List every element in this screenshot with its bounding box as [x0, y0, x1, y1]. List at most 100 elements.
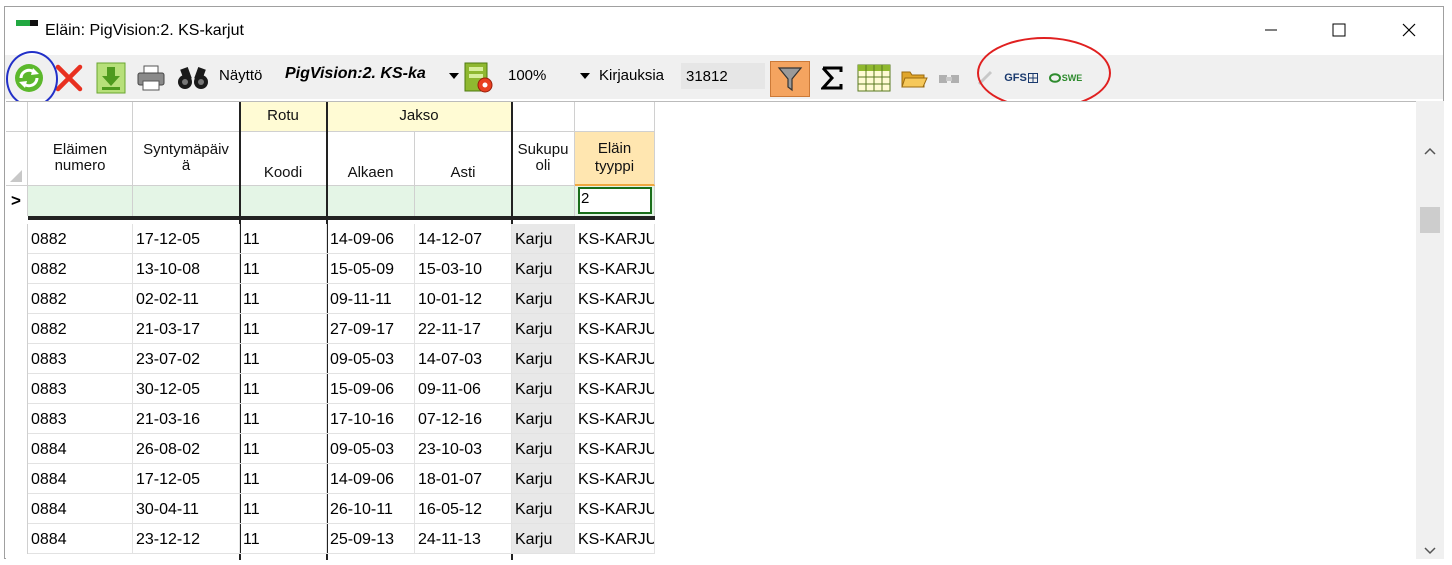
cell-sukupuoli[interactable]: Karju [512, 314, 575, 344]
cell-alkaen[interactable]: 15-05-09 [327, 254, 415, 284]
cell-syntymapaiva[interactable]: 21-03-17 [133, 314, 240, 344]
cell-elaimen-numero[interactable]: 0883 [28, 374, 133, 404]
cell-sukupuoli[interactable]: Karju [512, 344, 575, 374]
row-header[interactable] [6, 524, 28, 554]
cell-elaimen-numero[interactable]: 0884 [28, 494, 133, 524]
sum-button[interactable] [817, 61, 847, 95]
cell-asti[interactable]: 22-11-17 [415, 314, 512, 344]
cell-koodi[interactable]: 11 [240, 494, 327, 524]
cell-elaimen-numero[interactable]: 0884 [28, 434, 133, 464]
minimize-button[interactable] [1248, 15, 1294, 45]
cell-alkaen[interactable]: 25-09-13 [327, 524, 415, 554]
cell-elaintyyppi[interactable]: KS-KARJU [575, 464, 655, 494]
cell-syntymapaiva[interactable]: 30-04-11 [133, 494, 240, 524]
row-header[interactable] [6, 344, 28, 374]
cell-syntymapaiva[interactable]: 21-03-16 [133, 404, 240, 434]
cell-elaimen-numero[interactable]: 0883 [28, 404, 133, 434]
cell-syntymapaiva[interactable]: 26-08-02 [133, 434, 240, 464]
scroll-down-icon[interactable] [1424, 547, 1436, 555]
cell-koodi[interactable]: 11 [240, 464, 327, 494]
filter-elaintyyppi-input[interactable]: 2 [578, 187, 652, 214]
cell-elaimen-numero[interactable]: 0882 [28, 254, 133, 284]
filter-asti[interactable] [415, 186, 512, 216]
cell-koodi[interactable]: 11 [240, 224, 327, 254]
cell-asti[interactable]: 24-11-13 [415, 524, 512, 554]
view-combo[interactable]: PigVision:2. KS-ka [285, 65, 449, 83]
cell-elaimen-numero[interactable]: 0884 [28, 464, 133, 494]
row-header[interactable] [6, 464, 28, 494]
cell-syntymapaiva[interactable]: 23-12-12 [133, 524, 240, 554]
cell-alkaen[interactable]: 09-05-03 [327, 434, 415, 464]
cell-asti[interactable]: 14-12-07 [415, 224, 512, 254]
row-header[interactable] [6, 404, 28, 434]
vertical-scrollbar[interactable] [1416, 101, 1444, 559]
cell-elaintyyppi[interactable]: KS-KARJU [575, 344, 655, 374]
cell-elaintyyppi[interactable]: KS-KARJU [575, 404, 655, 434]
cell-koodi[interactable]: 11 [240, 254, 327, 284]
cell-alkaen[interactable]: 14-09-06 [327, 464, 415, 494]
cell-koodi[interactable]: 11 [240, 524, 327, 554]
cell-asti[interactable]: 16-05-12 [415, 494, 512, 524]
cell-sukupuoli[interactable]: Karju [512, 224, 575, 254]
cell-sukupuoli[interactable]: Karju [512, 374, 575, 404]
cell-koodi[interactable]: 11 [240, 434, 327, 464]
cell-syntymapaiva[interactable]: 30-12-05 [133, 374, 240, 404]
zoom-combo[interactable]: 100% [508, 67, 546, 84]
cell-koodi[interactable]: 11 [240, 314, 327, 344]
cell-alkaen[interactable]: 14-09-06 [327, 224, 415, 254]
filter-syntymapaiva[interactable] [133, 186, 240, 216]
cell-elaintyyppi[interactable]: KS-KARJU [575, 254, 655, 284]
col-header-syntymapaiva[interactable]: Syntymäpäiv ä [133, 132, 240, 186]
zoom-dropdown[interactable] [579, 69, 591, 83]
row-header[interactable] [6, 254, 28, 284]
cell-elaimen-numero[interactable]: 0882 [28, 224, 133, 254]
cell-koodi[interactable]: 11 [240, 284, 327, 314]
close-button[interactable] [1386, 15, 1432, 45]
cell-syntymapaiva[interactable]: 23-07-02 [133, 344, 240, 374]
row-header[interactable] [6, 434, 28, 464]
col-header-koodi[interactable]: Koodi [240, 132, 327, 186]
cell-sukupuoli[interactable]: Karju [512, 494, 575, 524]
cell-sukupuoli[interactable]: Karju [512, 464, 575, 494]
cell-sukupuoli[interactable]: Karju [512, 254, 575, 284]
cell-sukupuoli[interactable]: Karju [512, 404, 575, 434]
row-header[interactable] [6, 494, 28, 524]
cell-sukupuoli[interactable]: Karju [512, 434, 575, 464]
cell-elaintyyppi[interactable]: KS-KARJU [575, 374, 655, 404]
cell-koodi[interactable]: 11 [240, 344, 327, 374]
cell-alkaen[interactable]: 09-11-11 [327, 284, 415, 314]
cell-elaimen-numero[interactable]: 0882 [28, 314, 133, 344]
cell-elaimen-numero[interactable]: 0884 [28, 524, 133, 554]
cell-asti[interactable]: 10-01-12 [415, 284, 512, 314]
cell-elaintyyppi[interactable]: KS-KARJU [575, 524, 655, 554]
cell-syntymapaiva[interactable]: 17-12-05 [133, 224, 240, 254]
cell-sukupuoli[interactable]: Karju [512, 284, 575, 314]
cell-alkaen[interactable]: 27-09-17 [327, 314, 415, 344]
cell-alkaen[interactable]: 17-10-16 [327, 404, 415, 434]
scroll-up-icon[interactable] [1424, 147, 1436, 155]
open-folder-button[interactable] [898, 61, 930, 95]
cell-alkaen[interactable]: 09-05-03 [327, 344, 415, 374]
row-header[interactable] [6, 284, 28, 314]
row-header[interactable] [6, 374, 28, 404]
cell-asti[interactable]: 18-01-07 [415, 464, 512, 494]
cell-asti[interactable]: 07-12-16 [415, 404, 512, 434]
filter-koodi[interactable] [240, 186, 327, 216]
maximize-button[interactable] [1316, 15, 1362, 45]
cell-asti[interactable]: 23-10-03 [415, 434, 512, 464]
cell-asti[interactable]: 14-07-03 [415, 344, 512, 374]
filter-elaimen-numero[interactable] [28, 186, 133, 216]
cell-alkaen[interactable]: 15-09-06 [327, 374, 415, 404]
cell-asti[interactable]: 09-11-06 [415, 374, 512, 404]
cell-sukupuoli[interactable]: Karju [512, 524, 575, 554]
import-button[interactable] [93, 61, 129, 95]
print-button[interactable] [133, 61, 169, 95]
cell-alkaen[interactable]: 26-10-11 [327, 494, 415, 524]
cell-koodi[interactable]: 11 [240, 374, 327, 404]
cell-syntymapaiva[interactable]: 13-10-08 [133, 254, 240, 284]
col-header-elaimen-numero[interactable]: Eläimen numero [28, 132, 133, 186]
cell-elaintyyppi[interactable]: KS-KARJU [575, 224, 655, 254]
cell-elaimen-numero[interactable]: 0882 [28, 284, 133, 314]
row-header[interactable] [6, 224, 28, 254]
cell-syntymapaiva[interactable]: 17-12-05 [133, 464, 240, 494]
